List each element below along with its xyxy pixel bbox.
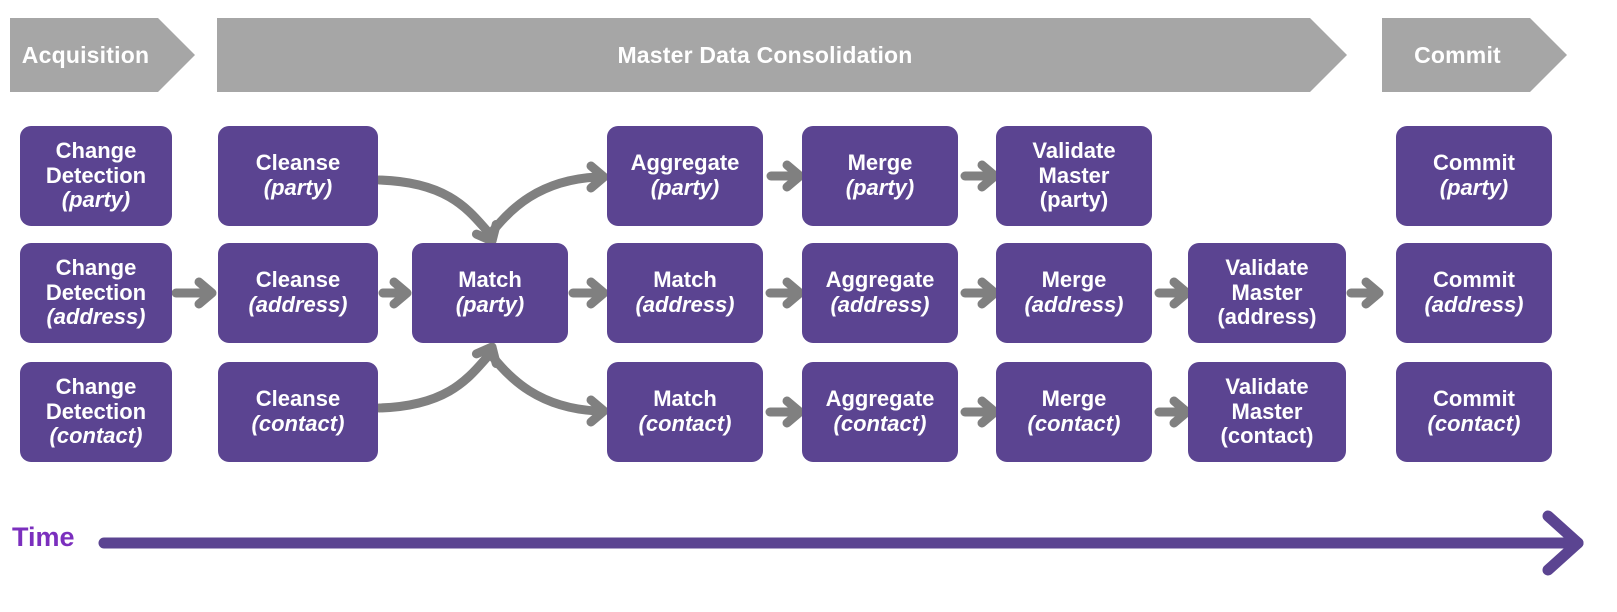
node-line: Validate [1032,138,1116,164]
node-line: (contact) [251,411,345,436]
node-commit-address[interactable]: Commit (address) [1396,243,1552,343]
node-commit-party[interactable]: Commit (party) [1396,126,1552,226]
node-line: Detection [45,279,147,305]
node-cleanse-party[interactable]: Cleanse (party) [218,126,378,226]
node-change-detection-address[interactable]: Change Detection (address) [20,243,172,343]
node-line: (contact) [1220,423,1314,449]
node-line: Commit [1433,267,1515,293]
node-line: Validate [1225,255,1309,281]
node-line: Detection [45,162,147,188]
node-line: Change [55,374,137,400]
node-line: (address) [1024,292,1124,317]
node-line: Aggregate [630,150,740,176]
node-line: Aggregate [825,267,935,293]
node-match-address[interactable]: Match (address) [607,243,763,343]
phase-label-master-data-consolidation: Master Data Consolidation [617,41,913,68]
node-line: Change [55,138,137,164]
diagram-canvas: Acquisition Master Data Consolidation Co… [0,0,1617,612]
node-line: (address) [1217,304,1317,330]
phase-banner-acquisition: Acquisition [10,18,195,92]
node-merge-party[interactable]: Merge (party) [802,126,958,226]
phase-banner-commit: Commit [1382,18,1567,92]
node-cleanse-contact[interactable]: Cleanse (contact) [218,362,378,462]
node-line: Aggregate [825,386,935,412]
node-line: Cleanse [255,267,341,293]
node-line: (party) [1439,175,1509,200]
phase-banner-master-data-consolidation: Master Data Consolidation [217,18,1347,92]
node-line: Validate [1225,374,1309,400]
time-arrow-icon [98,510,1584,576]
node-line: Match [653,267,717,293]
time-axis-label: Time [12,522,75,552]
node-line: Match [458,267,522,293]
node-match-contact[interactable]: Match (contact) [607,362,763,462]
node-commit-contact[interactable]: Commit (contact) [1396,362,1552,462]
node-line: (party) [455,292,525,317]
node-line: (address) [1424,292,1524,317]
node-line: (contact) [49,423,143,449]
node-line: (party) [61,187,131,213]
node-line: Cleanse [255,150,341,176]
node-line: (address) [248,292,348,317]
node-merge-contact[interactable]: Merge (contact) [996,362,1152,462]
node-line: Cleanse [255,386,341,412]
node-line: (address) [635,292,735,317]
node-change-detection-contact[interactable]: Change Detection (contact) [20,362,172,462]
node-aggregate-address[interactable]: Aggregate (address) [802,243,958,343]
node-line: (address) [46,304,146,330]
node-line: (contact) [833,411,927,436]
node-cleanse-address[interactable]: Cleanse (address) [218,243,378,343]
node-line: (party) [1039,187,1109,213]
node-line: Change [55,255,137,281]
phase-label-commit: Commit [1414,41,1501,68]
node-validate-master-contact[interactable]: Validate Master (contact) [1188,362,1346,462]
node-line: (party) [845,175,915,200]
node-line: (party) [650,175,720,200]
node-line: Merge [847,150,913,176]
node-line: Match [653,386,717,412]
node-line: (address) [830,292,930,317]
node-validate-master-party[interactable]: Validate Master (party) [996,126,1152,226]
node-line: Master [1231,398,1303,424]
node-validate-master-address[interactable]: Validate Master (address) [1188,243,1346,343]
node-line: (party) [263,175,333,200]
node-line: (contact) [1027,411,1121,436]
node-aggregate-contact[interactable]: Aggregate (contact) [802,362,958,462]
node-line: Merge [1041,386,1107,412]
phase-label-acquisition: Acquisition [21,41,150,68]
node-line: Master [1231,279,1303,305]
node-line: Merge [1041,267,1107,293]
time-axis: Time [0,500,1617,595]
node-line: Commit [1433,150,1515,176]
node-line: Commit [1433,386,1515,412]
node-merge-address[interactable]: Merge (address) [996,243,1152,343]
node-change-detection-party[interactable]: Change Detection (party) [20,126,172,226]
node-line: Master [1038,162,1110,188]
node-match-party[interactable]: Match (party) [412,243,568,343]
node-line: (contact) [638,411,732,436]
node-aggregate-party[interactable]: Aggregate (party) [607,126,763,226]
node-line: Detection [45,398,147,424]
node-line: (contact) [1427,411,1521,436]
